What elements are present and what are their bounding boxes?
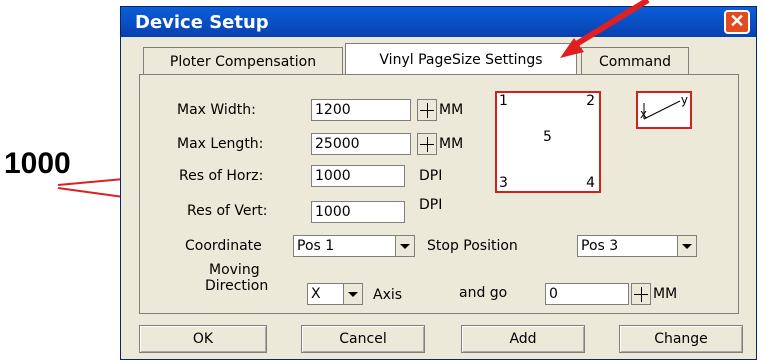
- tab-pointer-arrow: [560, 0, 650, 58]
